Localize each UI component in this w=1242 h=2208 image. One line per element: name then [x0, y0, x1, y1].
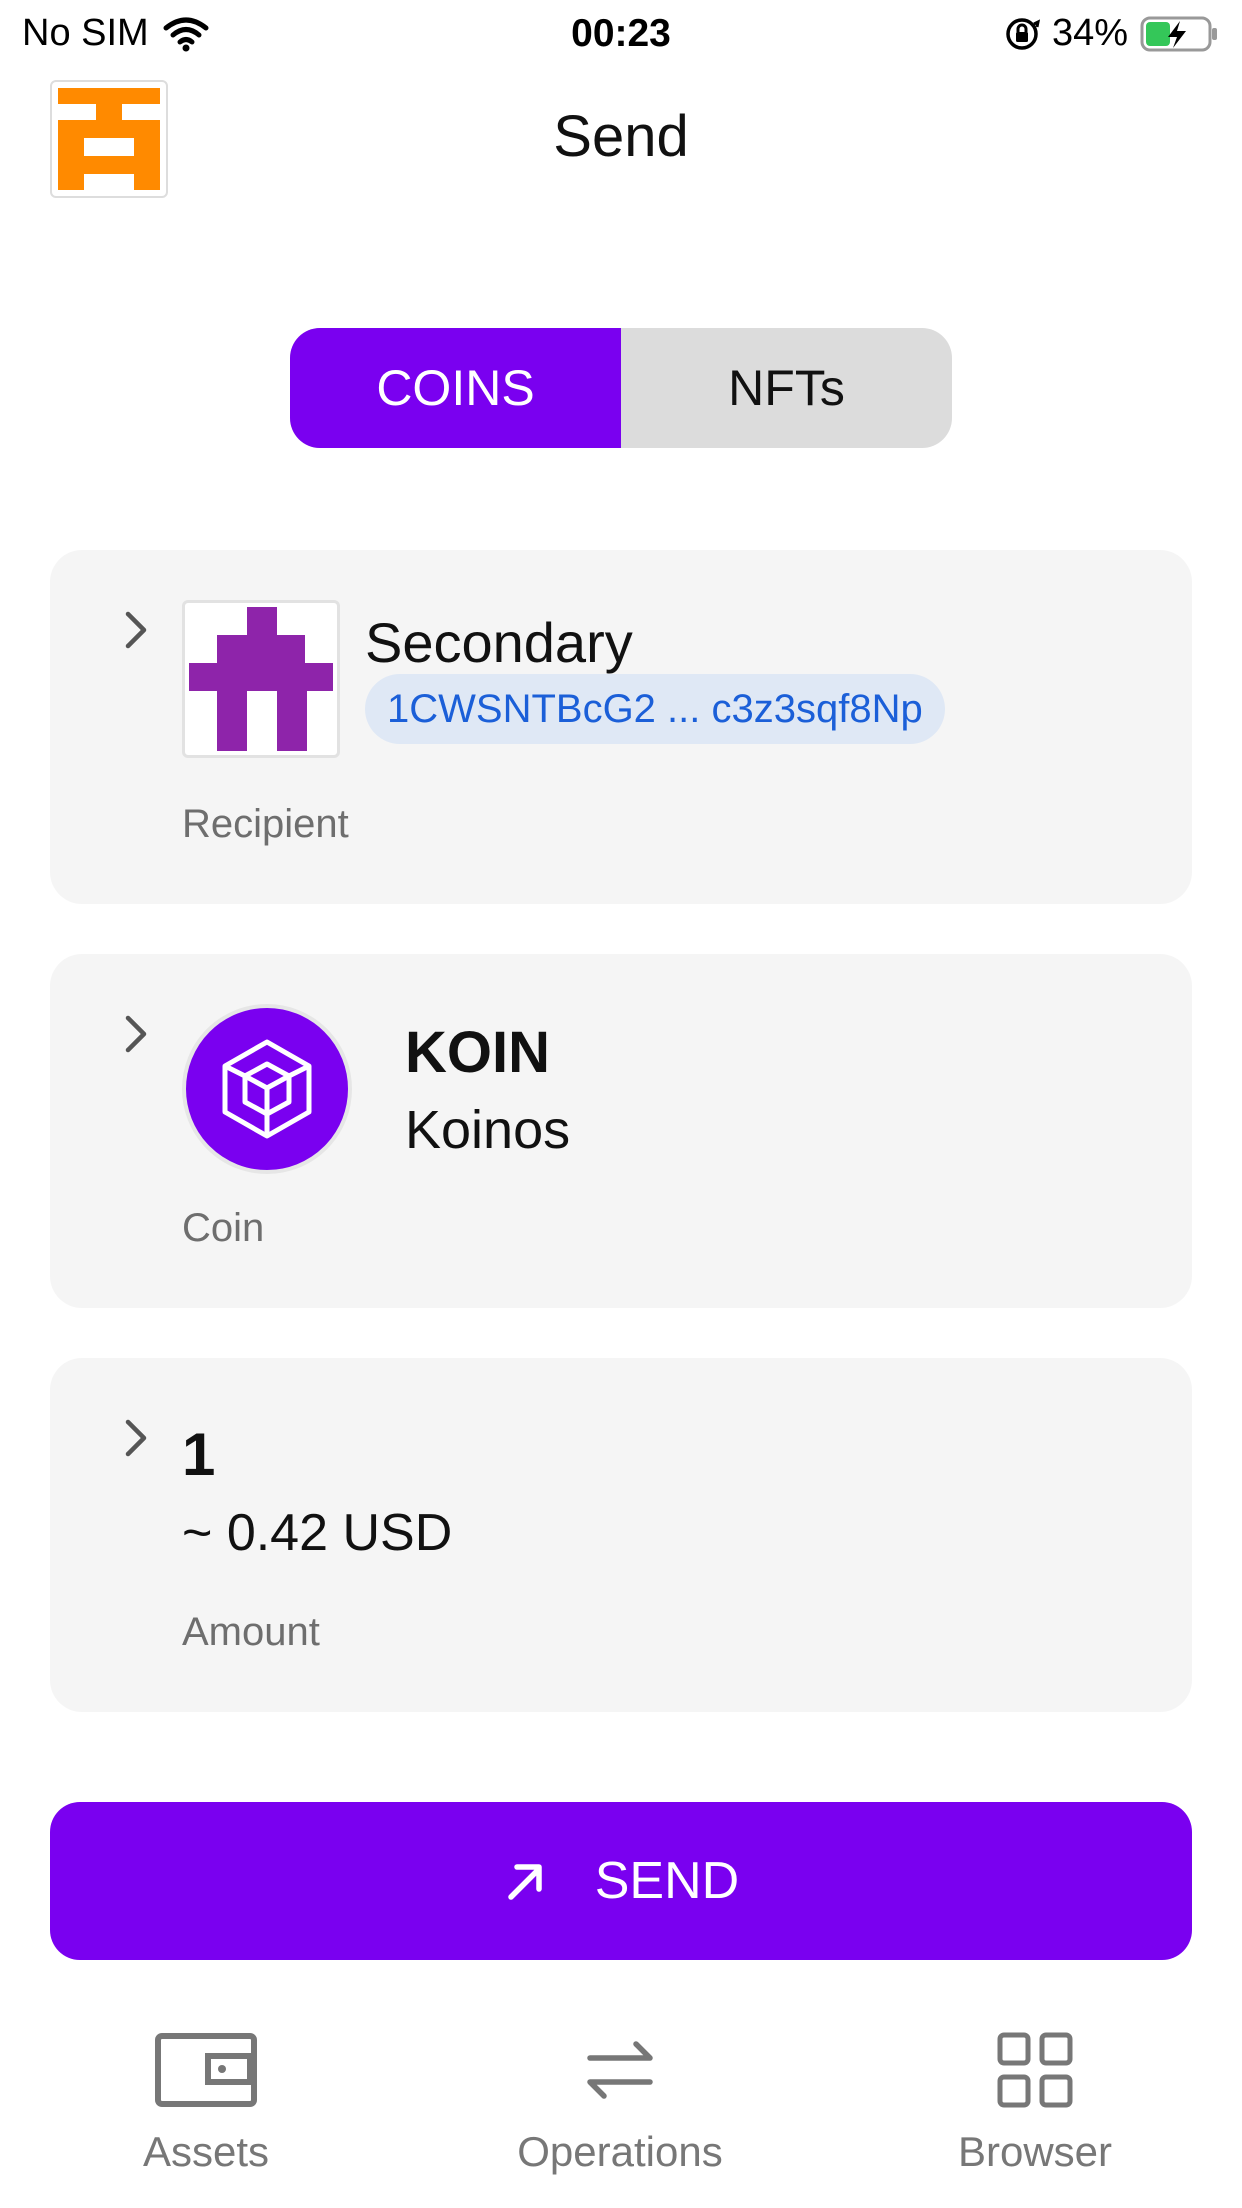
nav-label-operations: Operations: [517, 2128, 723, 2175]
nav-item-assets[interactable]: Assets: [76, 2030, 336, 2176]
nav-label-assets: Assets: [142, 2128, 270, 2175]
recipient-avatar: [182, 600, 340, 758]
tab-nfts[interactable]: NFTs: [621, 328, 952, 448]
bottom-nav: Assets Operations Browser: [0, 2030, 1242, 2208]
recipient-address-badge[interactable]: 1CWSNTBcG2 ... c3z3sqf8Np: [365, 674, 945, 744]
status-bar: No SIM 00:23 34%: [0, 0, 1242, 70]
recipient-label: Recipient: [182, 802, 349, 846]
amount-label: Amount: [182, 1610, 320, 1654]
chevron-right-icon: [125, 1015, 147, 1053]
coin-card[interactable]: KOIN Koinos Coin: [50, 954, 1192, 1308]
identicon-purple: [189, 607, 333, 751]
chevron-right-icon: [125, 1419, 147, 1457]
asset-type-segmented-control: COINS NFTs: [290, 328, 952, 448]
battery-charging-icon: [1140, 16, 1217, 51]
chevron-right-icon: [125, 611, 147, 649]
amount-fiat-value: ~ 0.42 USD: [182, 1504, 453, 1562]
wallet-icon: [155, 2033, 257, 2107]
coin-label: Coin: [182, 1206, 265, 1250]
tab-coins[interactable]: COINS: [290, 328, 621, 448]
coin-name: Koinos: [405, 1100, 571, 1160]
nav-item-operations[interactable]: Operations: [490, 2030, 750, 2176]
send-button-label: SEND: [594, 1852, 740, 1910]
nav-label-browser: Browser: [957, 2128, 1113, 2175]
koin-token-icon: [182, 1004, 352, 1174]
battery-percent: 34%: [1051, 12, 1128, 54]
orientation-lock-icon: [1006, 17, 1040, 50]
recipient-card[interactable]: Secondary 1CWSNTBcG2 ... c3z3sqf8Np Reci…: [50, 550, 1192, 904]
grid-icon: [997, 2032, 1073, 2108]
amount-value: 1: [182, 1421, 216, 1488]
nav-item-browser[interactable]: Browser: [905, 2030, 1165, 2176]
coin-symbol: KOIN: [405, 1020, 550, 1085]
swap-arrows-icon: [587, 2041, 653, 2099]
send-button[interactable]: SEND: [50, 1802, 1192, 1960]
cube-icon: [222, 1039, 312, 1139]
amount-card[interactable]: 1 ~ 0.42 USD Amount: [50, 1358, 1192, 1712]
status-right: 34%: [1004, 12, 1220, 55]
recipient-name: Secondary: [365, 611, 633, 674]
page-title: Send: [553, 104, 689, 169]
arrow-up-right-icon: [508, 1864, 542, 1900]
